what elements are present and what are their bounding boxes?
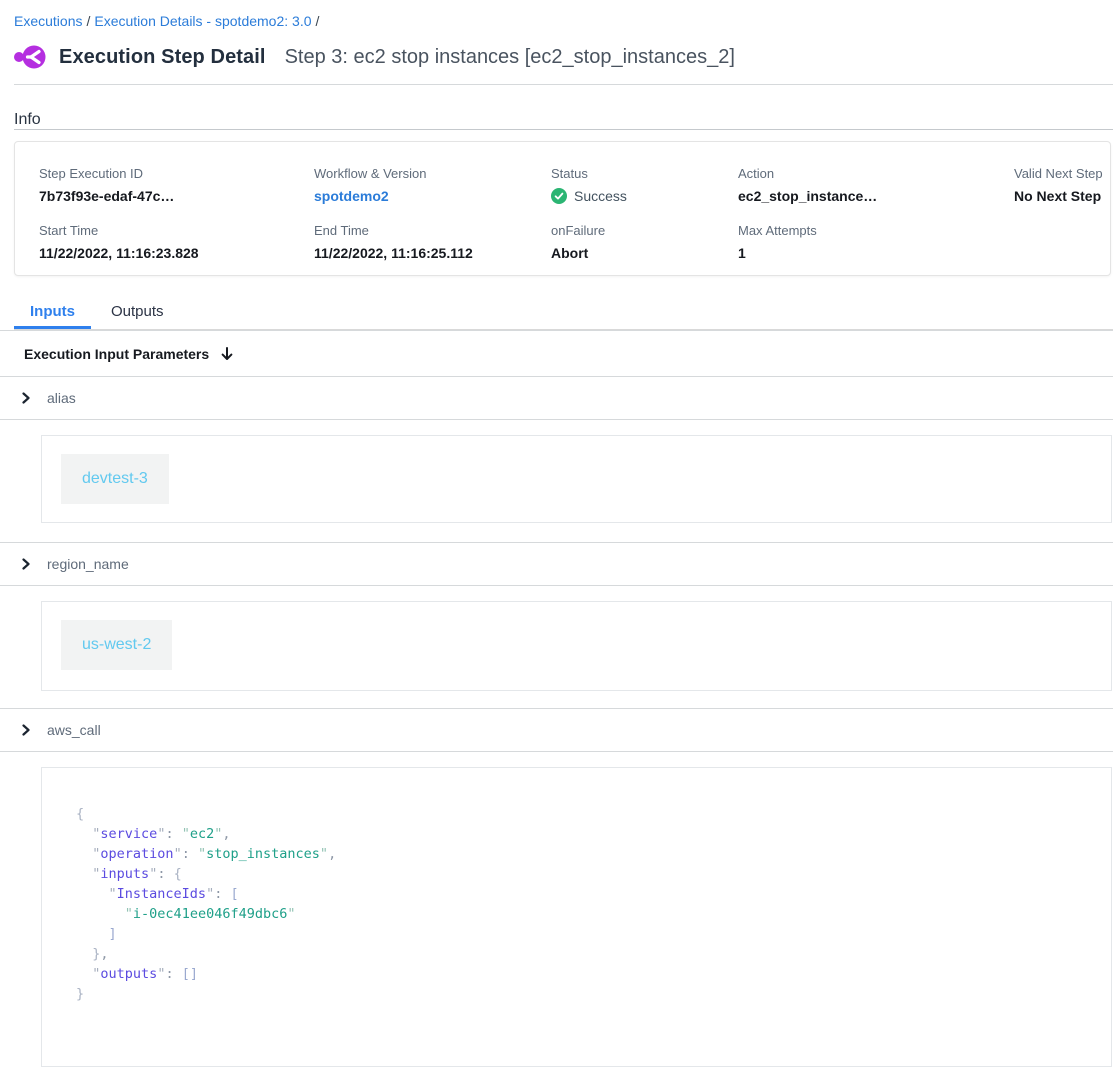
divider bbox=[14, 129, 1113, 130]
info-field: Workflow & Version spotdemo2 bbox=[314, 166, 551, 204]
alias-value-chip: devtest-3 bbox=[61, 454, 169, 504]
aws-call-code-panel: { "service": "ec2", "operation": "stop_i… bbox=[41, 767, 1112, 1067]
info-field: onFailure Abort bbox=[551, 223, 738, 261]
info-field: Action ec2_stop_instance… bbox=[738, 166, 1014, 204]
download-arrow-icon[interactable] bbox=[219, 346, 235, 362]
breadcrumb: Executions/Execution Details - spotdemo2… bbox=[0, 0, 1113, 29]
chevron-right-icon bbox=[20, 392, 32, 404]
json-code-block: { "service": "ec2", "operation": "stop_i… bbox=[42, 768, 1111, 1004]
breadcrumb-link-execution-details[interactable]: Execution Details - spotdemo2: 3.0 bbox=[94, 13, 311, 29]
workflow-logo-icon bbox=[14, 42, 46, 72]
section-label: alias bbox=[47, 390, 76, 406]
breadcrumb-link-executions[interactable]: Executions bbox=[14, 13, 82, 29]
breadcrumb-separator: / bbox=[82, 13, 94, 29]
field-value: Abort bbox=[551, 245, 738, 261]
title-bar: Execution Step Detail Step 3: ec2 stop i… bbox=[14, 40, 1113, 74]
info-card: Step Execution ID 7b73f93e-edaf-47c… Wor… bbox=[14, 141, 1111, 276]
field-label: Valid Next Step bbox=[1014, 166, 1110, 181]
section-header-region-name[interactable]: region_name bbox=[0, 543, 1113, 586]
status-text: Success bbox=[574, 188, 627, 204]
region-name-value-panel: us-west-2 bbox=[41, 601, 1112, 691]
field-label: Status bbox=[551, 166, 738, 181]
info-field: Valid Next Step No Next Step bbox=[1014, 166, 1110, 204]
field-label: Start Time bbox=[39, 223, 314, 238]
info-field: End Time 11/22/2022, 11:16:25.112 bbox=[314, 223, 551, 261]
field-label: End Time bbox=[314, 223, 551, 238]
region-name-value-chip: us-west-2 bbox=[61, 620, 172, 670]
field-value: 11/22/2022, 11:16:23.828 bbox=[39, 245, 314, 261]
tab-inputs[interactable]: Inputs bbox=[14, 303, 91, 329]
field-label: Max Attempts bbox=[738, 223, 1014, 238]
info-field-empty bbox=[1014, 223, 1110, 261]
field-value: 7b73f93e-edaf-47c… bbox=[39, 188, 314, 204]
field-value: ec2_stop_instance… bbox=[738, 188, 1014, 204]
breadcrumb-separator: / bbox=[312, 13, 324, 29]
field-label: Workflow & Version bbox=[314, 166, 551, 181]
field-label: Action bbox=[738, 166, 1014, 181]
field-value: 11/22/2022, 11:16:25.112 bbox=[314, 245, 551, 261]
section-header-aws-call[interactable]: aws_call bbox=[0, 709, 1113, 752]
tab-bar: Inputs Outputs bbox=[14, 303, 1113, 330]
info-heading: Info bbox=[14, 111, 1113, 129]
success-icon bbox=[551, 188, 567, 204]
field-value: No Next Step bbox=[1014, 188, 1110, 204]
info-field: Status Success bbox=[551, 166, 738, 204]
field-value: 1 bbox=[738, 245, 1014, 261]
page-title: Execution Step Detail bbox=[59, 46, 266, 69]
page-subtitle: Step 3: ec2 stop instances [ec2_stop_ins… bbox=[285, 46, 735, 69]
params-header-label: Execution Input Parameters bbox=[24, 346, 209, 362]
field-label: Step Execution ID bbox=[39, 166, 314, 181]
chevron-right-icon bbox=[20, 724, 32, 736]
field-label: onFailure bbox=[551, 223, 738, 238]
execution-input-parameters-header: Execution Input Parameters bbox=[0, 331, 1113, 377]
alias-value-panel: devtest-3 bbox=[41, 435, 1112, 523]
info-field: Start Time 11/22/2022, 11:16:23.828 bbox=[39, 223, 314, 261]
tab-outputs[interactable]: Outputs bbox=[111, 303, 164, 329]
divider bbox=[14, 84, 1113, 85]
workflow-link[interactable]: spotdemo2 bbox=[314, 188, 551, 204]
chevron-right-icon bbox=[20, 558, 32, 570]
info-field: Max Attempts 1 bbox=[738, 223, 1014, 261]
section-label: aws_call bbox=[47, 722, 101, 738]
section-label: region_name bbox=[47, 556, 129, 572]
info-field: Step Execution ID 7b73f93e-edaf-47c… bbox=[39, 166, 314, 204]
section-header-alias[interactable]: alias bbox=[0, 377, 1113, 420]
